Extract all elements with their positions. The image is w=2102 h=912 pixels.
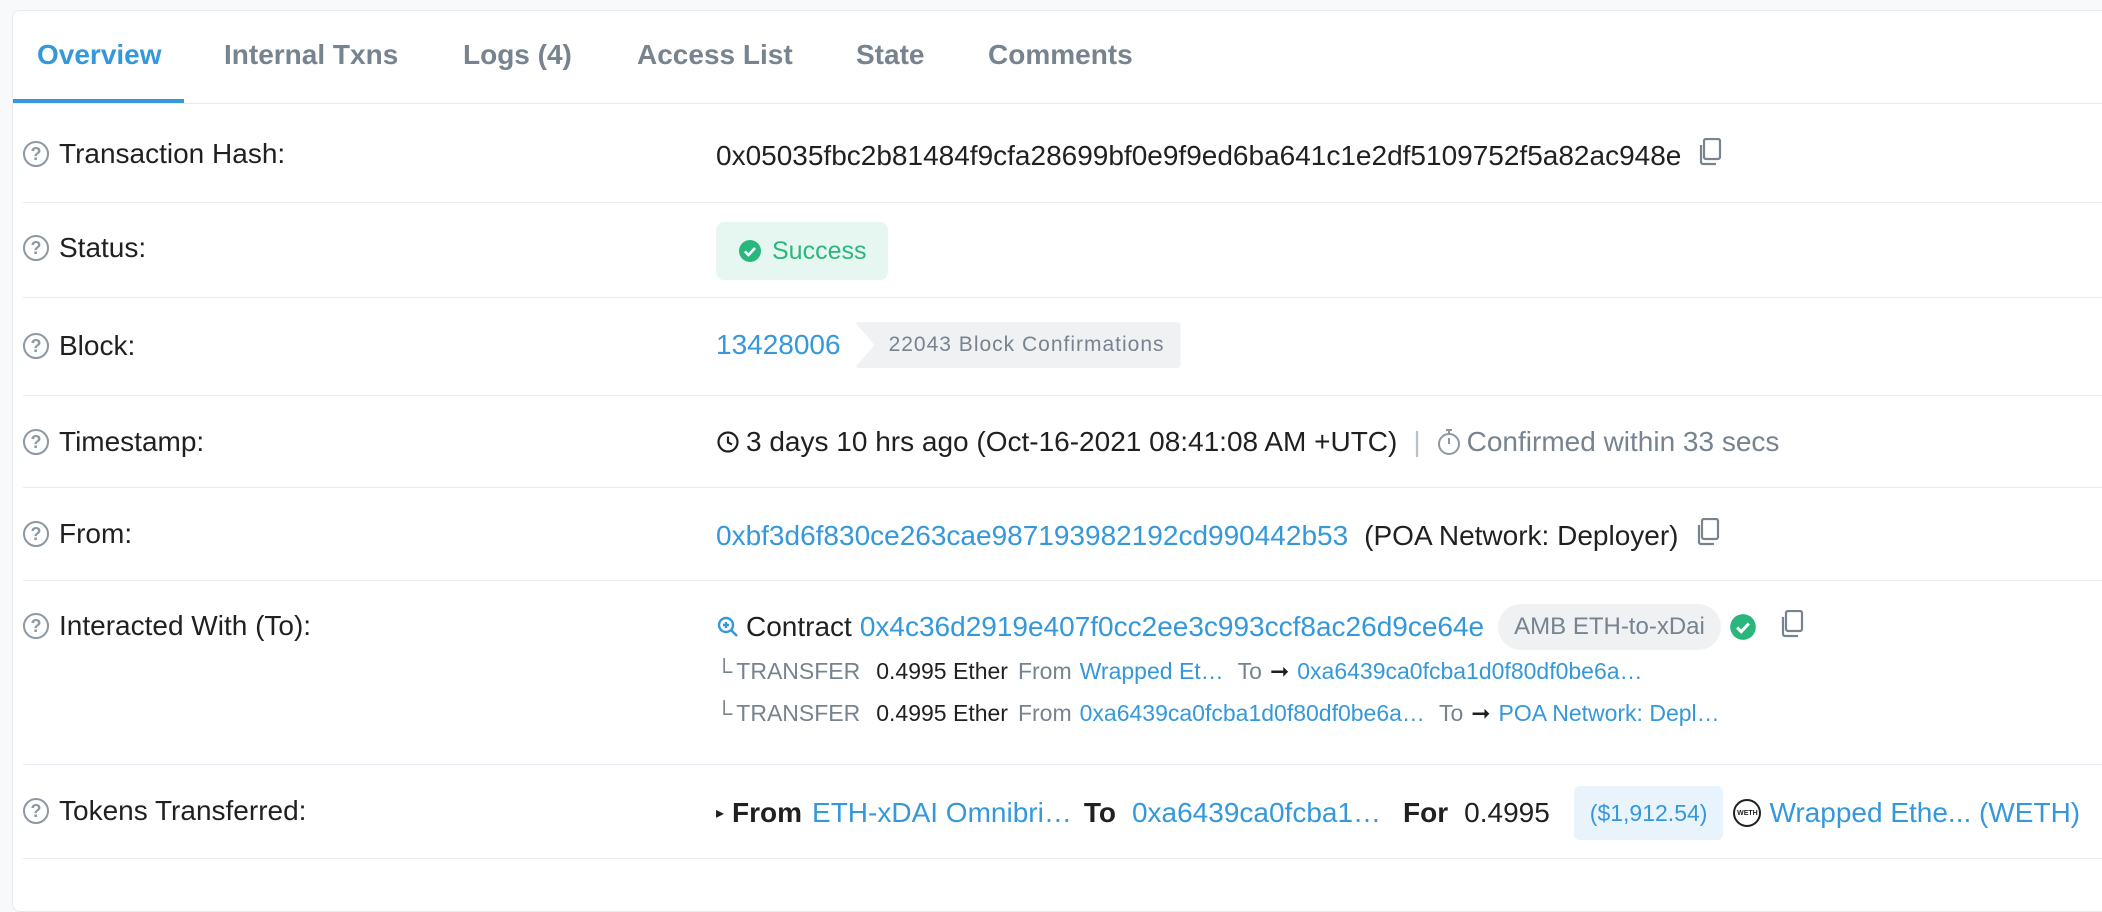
copy-icon[interactable] [1697, 137, 1723, 173]
interacted-with-label: ? Interacted With (To): [23, 610, 311, 642]
token-from-link[interactable]: ETH-xDAI Omnibri… [812, 797, 1072, 829]
from-address-link[interactable]: 0xbf3d6f830ce263cae987193982192cd990442b… [716, 520, 1348, 552]
transfer-amount: 0.4995 Ether [876, 658, 1008, 684]
transfer-type: TRANSFER [736, 658, 861, 684]
timestamp-value: 3 days 10 hrs ago (Oct-16-2021 08:41:08 … [746, 426, 1398, 457]
tokens-transferred-label: ? Tokens Transferred: [23, 795, 306, 827]
token-for-word: For [1403, 797, 1449, 828]
transfer-to-word: To [1237, 658, 1262, 684]
block-number-link[interactable]: 13428006 [716, 329, 841, 361]
transaction-hash-label: ? Transaction Hash: [23, 138, 285, 170]
help-icon[interactable]: ? [23, 613, 49, 639]
help-icon[interactable]: ? [23, 521, 49, 547]
divider [23, 395, 2102, 396]
help-icon[interactable]: ? [23, 141, 49, 167]
interacted-value-wrap: Contract 0x4c36d2919e407f0cc2ee3c993ccf8… [716, 604, 1805, 650]
transfer-to-word: To [1438, 700, 1464, 726]
transaction-hash-value: 0x05035fbc2b81484f9cfa28699bf0e9f9ed6ba6… [716, 139, 1682, 171]
help-icon[interactable]: ? [23, 429, 49, 455]
divider [23, 202, 2102, 203]
confirmed-within: Confirmed within 33 secs [1466, 426, 1780, 457]
caret-right-icon[interactable]: ▸ [716, 803, 724, 823]
separator: | [1413, 426, 1421, 457]
status-label: ? Status: [23, 232, 146, 264]
token-transfer-value-wrap: ▸ From ETH-xDAI Omnibri… To 0xa6439ca0fc… [716, 786, 2080, 840]
tab-internal-txns[interactable]: Internal Txns [224, 39, 398, 71]
from-name: (POA Network: Deployer) [1364, 519, 1679, 551]
arrow-right-icon: ➞ [1269, 658, 1290, 684]
transfer-to-link[interactable]: 0xa6439ca0fcba1d0f80df0be6a… [1297, 658, 1642, 685]
status-badge: Success [716, 222, 889, 280]
tab-access-list[interactable]: Access List [637, 39, 793, 71]
transfer-to-link[interactable]: POA Network: Depl… [1499, 700, 1720, 727]
help-icon[interactable]: ? [23, 798, 49, 824]
stopwatch-icon [1437, 429, 1460, 455]
transfer-amount: 0.4995 Ether [876, 700, 1008, 726]
timestamp-label: ? Timestamp: [23, 426, 204, 458]
internal-transfer-row: └ TRANSFER 0.4995 Ether From Wrapped Et…… [716, 658, 1643, 685]
token-amount: 0.4995 [1464, 797, 1550, 828]
copy-icon[interactable] [1779, 609, 1805, 645]
divider [23, 580, 2102, 581]
contract-word: Contract [746, 611, 852, 642]
clock-icon [717, 431, 739, 453]
token-to-link[interactable]: 0xa6439ca0fcba1… [1132, 797, 1381, 829]
contract-search-icon [717, 616, 738, 637]
transfer-type: TRANSFER [736, 700, 861, 726]
help-icon[interactable]: ? [23, 235, 49, 261]
from-value-wrap: 0xbf3d6f830ce263cae987193982192cd990442b… [716, 517, 1721, 553]
timestamp-value-wrap: 3 days 10 hrs ago (Oct-16-2021 08:41:08 … [716, 426, 1779, 458]
weth-token-logo: WETH [1733, 799, 1762, 827]
from-label: ? From: [23, 518, 132, 550]
transfer-from-link[interactable]: Wrapped Et… [1080, 658, 1224, 685]
tab-bar: Overview Internal Txns Logs (4) Access L… [13, 11, 2102, 104]
transfer-from-word: From [1017, 700, 1072, 726]
check-circle-icon [739, 240, 761, 262]
contract-address-link[interactable]: 0x4c36d2919e407f0cc2ee3c993ccf8ac26d9ce6… [860, 611, 1484, 643]
tab-logs[interactable]: Logs (4) [463, 39, 572, 71]
transfer-from-link[interactable]: 0xa6439ca0fcba1d0f80df0be6a… [1080, 700, 1425, 727]
divider [23, 858, 2102, 859]
tab-overview[interactable]: Overview [37, 39, 162, 71]
token-to-word: To [1083, 797, 1116, 828]
status-value-wrap: Success [716, 222, 889, 280]
active-tab-indicator [13, 99, 184, 103]
transaction-hash-value-wrap: 0x05035fbc2b81484f9cfa28699bf0e9f9ed6ba6… [716, 137, 1723, 173]
token-from-word: From [732, 797, 803, 828]
tree-branch-icon: └ [716, 658, 733, 684]
contract-name-tag: AMB ETH-to-xDai [1498, 604, 1721, 650]
usd-value-badge: ($1,912.54) [1573, 786, 1724, 840]
token-name-link[interactable]: Wrapped Ethe... (WETH) [1769, 797, 2080, 829]
copy-icon[interactable] [1695, 517, 1721, 553]
arrow-right-icon: ➞ [1471, 700, 1491, 726]
tab-state[interactable]: State [856, 39, 924, 71]
internal-transfer-row: └ TRANSFER 0.4995 Ether From 0xa6439ca0f… [716, 700, 1720, 727]
block-label: ? Block: [23, 330, 135, 362]
block-value-wrap: 13428006 22043 Block Confirmations [716, 322, 1181, 368]
tree-branch-icon: └ [716, 700, 733, 726]
block-confirmations-badge: 22043 Block Confirmations [854, 322, 1181, 368]
divider [23, 487, 2102, 488]
verified-check-icon [1729, 614, 1756, 640]
divider [23, 764, 2102, 765]
tab-comments[interactable]: Comments [988, 39, 1133, 71]
divider [23, 297, 2102, 298]
transfer-from-word: From [1017, 658, 1072, 684]
help-icon[interactable]: ? [23, 333, 49, 359]
